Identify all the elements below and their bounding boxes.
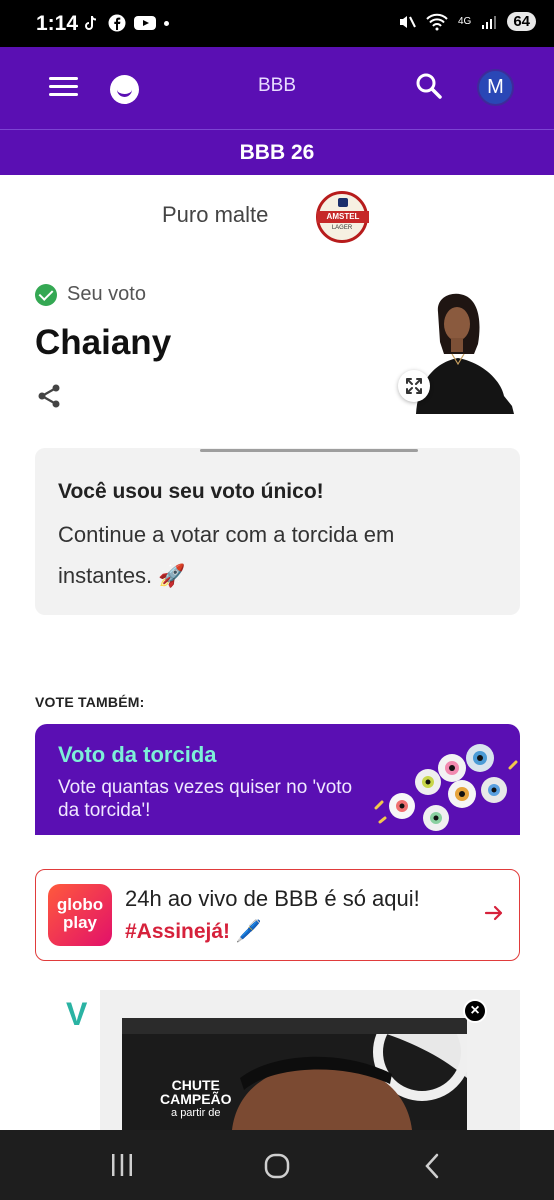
globoplay-headline: 24h ao vivo de BBB é só aqui!: [125, 886, 420, 911]
facebook-icon: [108, 14, 126, 32]
system-nav-bar: [0, 1130, 554, 1200]
mute-icon: [399, 15, 416, 28]
recents-icon[interactable]: [110, 1152, 134, 1178]
network-type: 4G: [457, 15, 472, 27]
voted-participant-name: Chaiany: [35, 323, 172, 362]
header-title[interactable]: BBB: [0, 75, 554, 97]
globoplay-banner[interactable]: globo play 24h ao vivo de BBB é só aqui!…: [35, 869, 520, 961]
expand-icon[interactable]: [398, 370, 430, 402]
app-header: BBB M: [0, 47, 554, 129]
amstel-logo[interactable]: AMSTEL LAGER: [316, 191, 369, 243]
globoplay-cta: #Assinejá! 🖊️: [125, 920, 263, 943]
vote-label: Seu voto: [67, 283, 146, 305]
status-time: 1:14: [36, 12, 79, 35]
bbb-eye-mascots-illustration: [374, 744, 518, 831]
check-icon: [35, 284, 57, 306]
signal-icon: [482, 15, 497, 29]
ad-headline: CHUTE CAMPEÃO a partir de: [160, 1077, 232, 1119]
tiktok-icon: [85, 15, 97, 30]
close-ad-button[interactable]: ×: [463, 999, 487, 1023]
globoplay-logo: globo play: [48, 884, 112, 946]
info-card-body: Continue a votar com a torcida em instan…: [58, 522, 395, 588]
card-handle: [200, 449, 418, 452]
sponsor-text: Puro malte: [162, 202, 269, 227]
user-avatar[interactable]: M: [477, 69, 514, 106]
notification-dot: [164, 20, 169, 26]
voto-torcida-banner[interactable]: Voto da torcida Vote quantas vezes quise…: [35, 724, 520, 835]
arrow-right-icon[interactable]: [483, 902, 505, 924]
section-title[interactable]: BBB 26: [0, 129, 554, 175]
battery-level: 64: [507, 12, 536, 31]
advertisement-image[interactable]: CHUTE CAMPEÃO a partir de: [122, 1018, 467, 1130]
promo-title: Voto da torcida: [58, 742, 217, 767]
info-card-title: Você usou seu voto único!: [58, 480, 324, 503]
search-icon[interactable]: [414, 71, 444, 101]
info-card: Você usou seu voto único! Continue a vot…: [35, 448, 520, 615]
back-icon[interactable]: [422, 1152, 442, 1180]
vote-also-label: VOTE TAMBÉM:: [35, 694, 145, 710]
status-bar: 1:14 4G 64: [0, 0, 554, 47]
home-icon[interactable]: [263, 1152, 291, 1180]
amstel-band: AMSTEL: [317, 211, 369, 223]
wifi-icon: [426, 13, 448, 30]
ad-brand-logo: V: [66, 996, 88, 1032]
share-icon[interactable]: [36, 383, 62, 409]
youtube-icon: [134, 16, 156, 30]
promo-subtitle: Vote quantas vezes quiser no 'voto da to…: [58, 777, 353, 821]
